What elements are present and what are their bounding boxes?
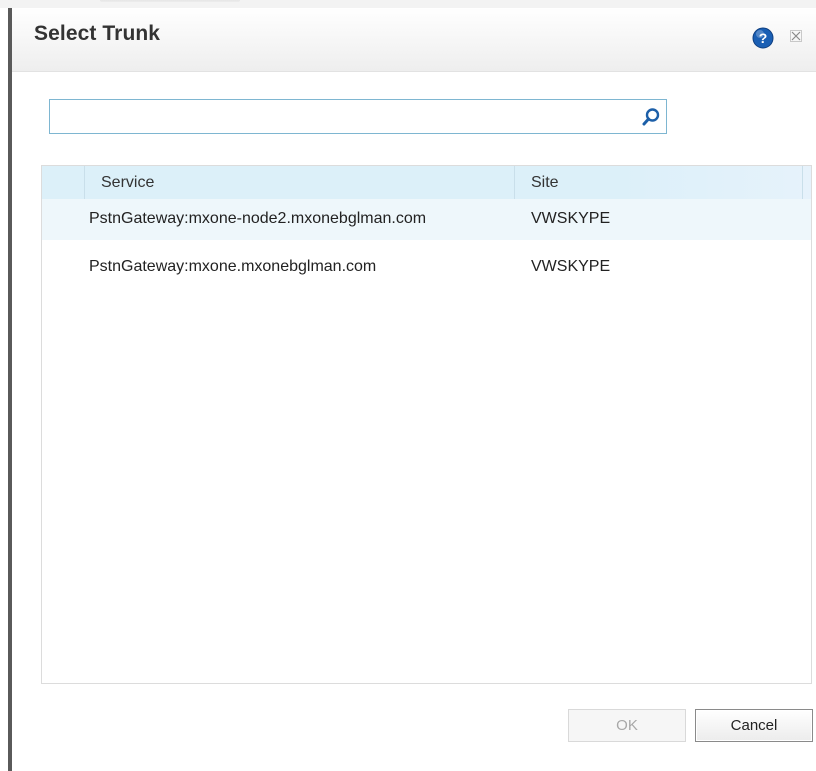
page: Select Trunk ? Service Site PstnGateway:… (0, 0, 816, 771)
dialog-title-bar: Select Trunk ? (12, 8, 816, 72)
close-icon[interactable] (788, 28, 804, 44)
select-trunk-dialog: Select Trunk ? Service Site PstnGateway:… (8, 8, 816, 771)
search-input[interactable] (52, 102, 636, 133)
table-row[interactable]: PstnGateway:mxone-node2.mxonebglman.com … (42, 199, 811, 240)
column-header-service[interactable]: Service (101, 174, 154, 192)
background-text-fragment (100, 0, 240, 2)
cancel-button[interactable]: Cancel (695, 709, 813, 742)
dialog-title: Select Trunk (34, 22, 161, 45)
ok-button[interactable]: OK (568, 709, 686, 742)
header-divider (802, 166, 803, 199)
help-icon[interactable]: ? (752, 27, 774, 49)
header-divider (514, 166, 515, 199)
svg-text:?: ? (759, 30, 768, 46)
table-header: Service Site (42, 166, 811, 199)
site-cell: VWSKYPE (531, 258, 611, 275)
magnifier-icon[interactable] (640, 106, 662, 128)
search-box (49, 99, 667, 134)
header-divider (84, 166, 85, 199)
site-cell: VWSKYPE (531, 210, 611, 227)
service-cell: PstnGateway:mxone.mxonebglman.com (89, 258, 377, 275)
table-row[interactable]: PstnGateway:mxone.mxonebglman.com VWSKYP… (42, 247, 811, 288)
trunk-table: Service Site PstnGateway:mxone-node2.mxo… (41, 165, 812, 684)
column-header-site[interactable]: Site (531, 174, 559, 192)
background-page-strip (0, 0, 816, 8)
service-cell: PstnGateway:mxone-node2.mxonebglman.com (89, 210, 427, 227)
